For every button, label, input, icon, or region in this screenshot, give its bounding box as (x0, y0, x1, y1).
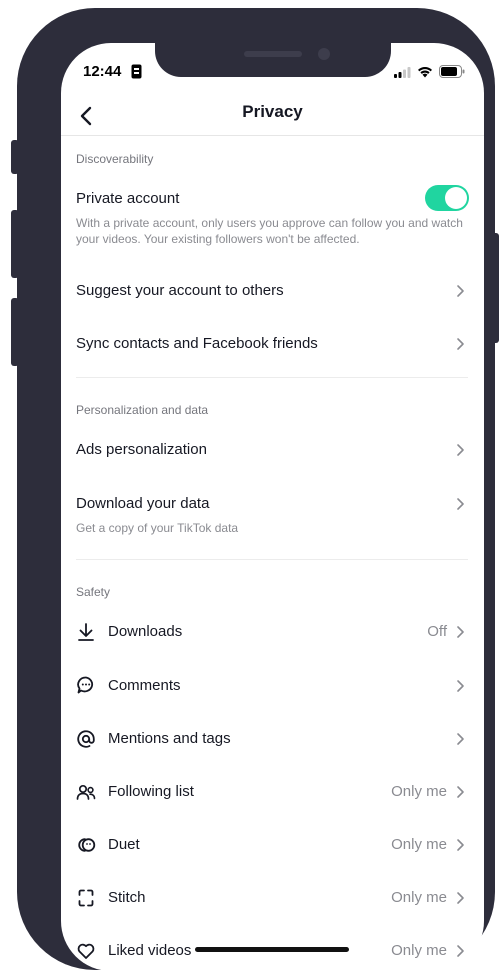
divider (76, 377, 468, 378)
mentions-label: Mentions and tags (108, 730, 231, 747)
sync-contacts-label: Sync contacts and Facebook friends (76, 335, 318, 352)
battery-icon (439, 65, 465, 78)
ads-personalization-label: Ads personalization (76, 441, 207, 458)
status-time: 12:44 (83, 63, 122, 80)
screen: 12:44 Privacy Discoverability Private ac… (61, 43, 484, 971)
following-list-label: Following list (108, 783, 194, 800)
comment-icon (77, 676, 94, 694)
chevron-right-icon (457, 733, 464, 745)
section-header-discoverability: Discoverability (76, 152, 154, 166)
chevron-right-icon (457, 892, 464, 904)
speaker (244, 51, 302, 57)
chevron-right-icon (457, 786, 464, 798)
notch (155, 43, 391, 77)
chevron-right-icon (457, 338, 464, 350)
duet-value: Only me (391, 836, 447, 853)
downloads-label: Downloads (108, 623, 183, 640)
chevron-right-icon (457, 680, 464, 692)
wifi-icon (418, 67, 432, 78)
home-indicator[interactable] (195, 947, 349, 952)
download-icon (78, 623, 94, 641)
liked-videos-value: Only me (391, 942, 447, 959)
chevron-right-icon (457, 945, 464, 957)
download-data-description: Get a copy of your TikTok data (76, 521, 239, 535)
duet-icon (78, 838, 96, 852)
at-icon (77, 730, 95, 748)
sim-card-icon (131, 64, 142, 79)
stitch-label: Stitch (108, 889, 146, 906)
private-account-label: Private account (76, 190, 180, 207)
chevron-right-icon (457, 498, 464, 510)
following-list-value: Only me (391, 783, 447, 800)
private-account-toggle[interactable] (425, 185, 469, 211)
phone-frame: 12:44 Privacy Discoverability Private ac… (17, 8, 495, 971)
camera (318, 48, 330, 60)
stitch-value: Only me (391, 889, 447, 906)
chevron-right-icon (457, 839, 464, 851)
section-header-safety: Safety (76, 585, 111, 599)
navigation-bar: Privacy (61, 99, 484, 136)
comments-label: Comments (108, 677, 181, 694)
downloads-value: Off (427, 623, 447, 640)
page-title: Privacy (242, 102, 303, 121)
chevron-right-icon (457, 285, 464, 297)
heart-icon (77, 943, 95, 959)
chevron-right-icon (457, 444, 464, 456)
toggle-knob (445, 187, 467, 209)
signal-icon (394, 67, 411, 78)
section-header-personalization: Personalization and data (76, 403, 209, 417)
stitch-icon (78, 889, 94, 907)
download-data-label: Download your data (76, 495, 210, 512)
users-icon (76, 784, 96, 800)
divider (76, 559, 468, 560)
suggest-account-label: Suggest your account to others (76, 282, 284, 299)
duet-label: Duet (108, 836, 140, 853)
liked-videos-label: Liked videos (108, 942, 192, 959)
chevron-right-icon (457, 626, 464, 638)
private-account-description: With a private account, only users you a… (76, 216, 463, 246)
